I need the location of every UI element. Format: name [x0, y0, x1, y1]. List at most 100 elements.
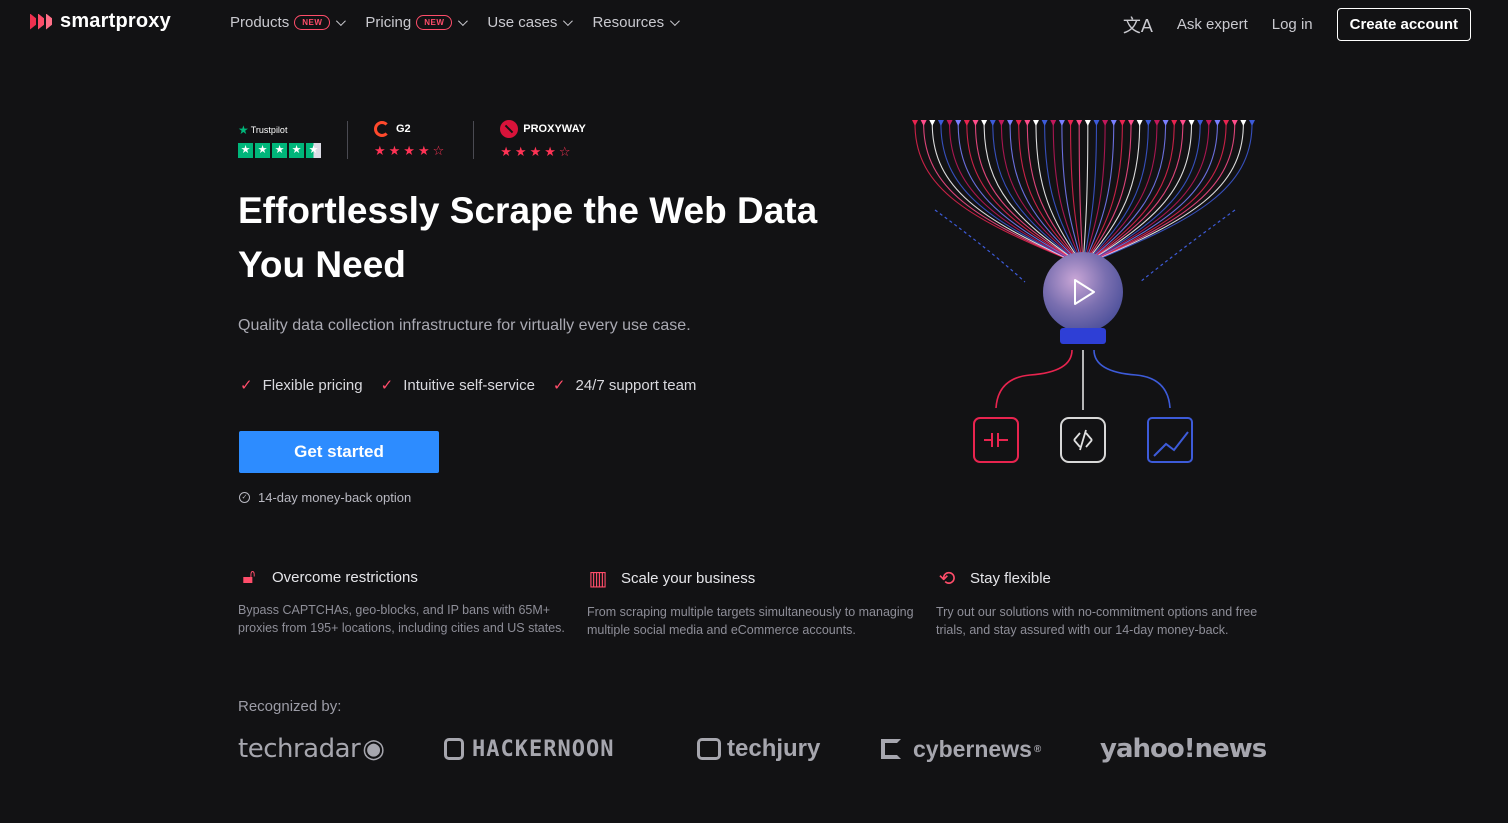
stream-arrow-icon — [1067, 120, 1074, 126]
cybernews-text: cybernews — [913, 735, 1032, 762]
create-account-button[interactable]: Create account — [1336, 8, 1471, 41]
star-icon: ★ — [238, 142, 253, 158]
hackernoon-icon — [444, 738, 464, 760]
chevron-down-icon — [563, 16, 574, 27]
nav-use-cases[interactable]: Use cases — [487, 14, 574, 31]
g2-rating[interactable]: G2 ★★★★☆ — [374, 121, 447, 159]
get-started-button[interactable]: Get started — [239, 431, 439, 473]
trustpilot-stars: ★ ★ ★ ★ ★ — [238, 142, 321, 158]
star-icon: ★ — [289, 142, 304, 158]
chip-base — [1060, 328, 1106, 344]
proxyway-logo-icon — [500, 120, 519, 138]
feature-description: Bypass CAPTCHAs, geo-blocks, and IP bans… — [238, 603, 565, 635]
nav-products[interactable]: Products NEW — [230, 14, 347, 31]
features-section: 🔓︎ Overcome restrictions Bypass CAPTCHAs… — [238, 566, 1285, 639]
feature-head: ▥ Scale your business — [587, 566, 936, 591]
stream-arrow-icon — [1128, 120, 1135, 126]
data-stream-line — [1078, 123, 1084, 261]
signal-icon: ◉ — [362, 734, 385, 764]
stream-arrow-icon — [1024, 120, 1031, 126]
nav-right: 文A Ask expert Log in Create account — [1123, 8, 1471, 41]
techjury-logo[interactable]: techjury — [697, 735, 881, 763]
logo-text: smartproxy — [60, 10, 171, 32]
dashed-arrow-right — [1139, 209, 1236, 283]
stream-arrow-icon — [1214, 120, 1221, 126]
check-circle-icon: ✓ — [239, 492, 250, 503]
stream-arrow-icon — [1231, 120, 1238, 126]
language-icon[interactable]: 文A — [1123, 12, 1153, 38]
recognized-label: Recognized by: — [238, 698, 342, 715]
stream-arrow-icon — [929, 120, 936, 126]
half-star-icon: ★ — [306, 142, 321, 158]
stream-arrow-icon — [1093, 120, 1100, 126]
star-icon: ★ — [255, 142, 270, 158]
stream-arrow-icon — [989, 120, 996, 126]
new-badge: NEW — [294, 15, 331, 30]
dashed-arrow-left — [934, 209, 1026, 283]
hero-title: Effortlessly Scrape the Web Data You Nee… — [238, 190, 818, 285]
proxyway-rating[interactable]: PROXYWAY ★★★★☆ — [500, 120, 586, 160]
yahoo-news-logo[interactable]: yahoo!news — [1100, 734, 1267, 764]
stream-arrow-icon — [920, 120, 927, 126]
stream-arrow-icon — [1240, 120, 1247, 126]
feature-head: 🔓︎ Overcome restrictions — [238, 566, 587, 589]
divider — [473, 121, 475, 159]
techjury-text: techjury — [727, 735, 821, 762]
chevron-down-icon — [670, 16, 681, 27]
login-link[interactable]: Log in — [1272, 16, 1313, 33]
data-stream-line — [1096, 123, 1253, 261]
data-stream-line — [914, 123, 1070, 261]
stream-arrow-icon — [1007, 120, 1014, 126]
ask-expert-link[interactable]: Ask expert — [1177, 16, 1248, 33]
stream-arrow-icon — [1102, 120, 1109, 126]
stream-arrow-icon — [1119, 120, 1126, 126]
nav-pricing[interactable]: Pricing NEW — [365, 14, 469, 31]
techradar-logo[interactable]: techradar ◉ — [238, 734, 444, 764]
nav-resources[interactable]: Resources — [592, 14, 681, 31]
chevron-down-icon — [336, 16, 347, 27]
stream-arrow-icon — [981, 120, 988, 126]
smartproxy-logo[interactable]: smartproxy — [30, 10, 171, 33]
check-label: Flexible pricing — [262, 376, 363, 394]
stream-arrow-icon — [1058, 120, 1065, 126]
g2-name: G2 — [396, 123, 411, 135]
hackernoon-logo[interactable]: HACKERNOON — [444, 737, 697, 762]
scraping-funnel-illustration — [912, 120, 1255, 463]
feature-title: Stay flexible — [970, 570, 1051, 587]
check-item: ✓ Flexible pricing — [240, 376, 363, 395]
stream-arrow-icon — [1084, 120, 1091, 126]
top-navigation: smartproxy Products NEW Pricing NEW Use … — [0, 0, 1508, 48]
checkmark-icon: ✓ — [240, 377, 253, 394]
stream-arrow-icon — [946, 120, 953, 126]
press-logos: techradar ◉ HACKERNOON techjury cybernew… — [238, 734, 1267, 764]
stream-arrow-icon — [1145, 120, 1152, 126]
stream-arrow-icon — [1197, 120, 1204, 126]
stream-arrow-icon — [1015, 120, 1022, 126]
trustpilot-rating[interactable]: ★ Trustpilot ★ ★ ★ ★ ★ — [238, 123, 321, 158]
proxyway-stars: ★★★★☆ — [500, 144, 574, 159]
stream-arrow-icon — [963, 120, 970, 126]
check-label: Intuitive self-service — [403, 376, 535, 394]
g2-title: G2 — [374, 121, 447, 137]
check-label: 24/7 support team — [575, 376, 697, 394]
feature-head: ⟲ Stay flexible — [936, 566, 1285, 591]
play-orb[interactable] — [1043, 252, 1123, 332]
hero-subtitle: Quality data collection infrastructure f… — [238, 317, 691, 334]
stream-arrow-icon — [912, 120, 918, 126]
arrow-right-path — [1093, 349, 1171, 409]
cybernews-icon — [881, 739, 901, 759]
nav-resources-label: Resources — [592, 14, 665, 31]
techradar-text: techradar — [238, 734, 361, 764]
data-stream-line — [1083, 123, 1098, 261]
feature-checklist: ✓ Flexible pricing ✓ Intuitive self-serv… — [240, 376, 697, 395]
nav-use-cases-label: Use cases — [487, 14, 558, 31]
stream-arrow-icon — [1050, 120, 1057, 126]
feature-title: Overcome restrictions — [272, 569, 418, 586]
nav-pricing-label: Pricing — [365, 14, 412, 31]
checkmark-icon: ✓ — [380, 377, 394, 394]
stream-arrow-icon — [937, 120, 944, 126]
checkmark-icon: ✓ — [552, 377, 566, 394]
cybernews-logo[interactable]: cybernews ® — [881, 736, 1100, 763]
data-stream-line — [966, 123, 1074, 261]
chart-icon: ▥ — [588, 568, 608, 590]
